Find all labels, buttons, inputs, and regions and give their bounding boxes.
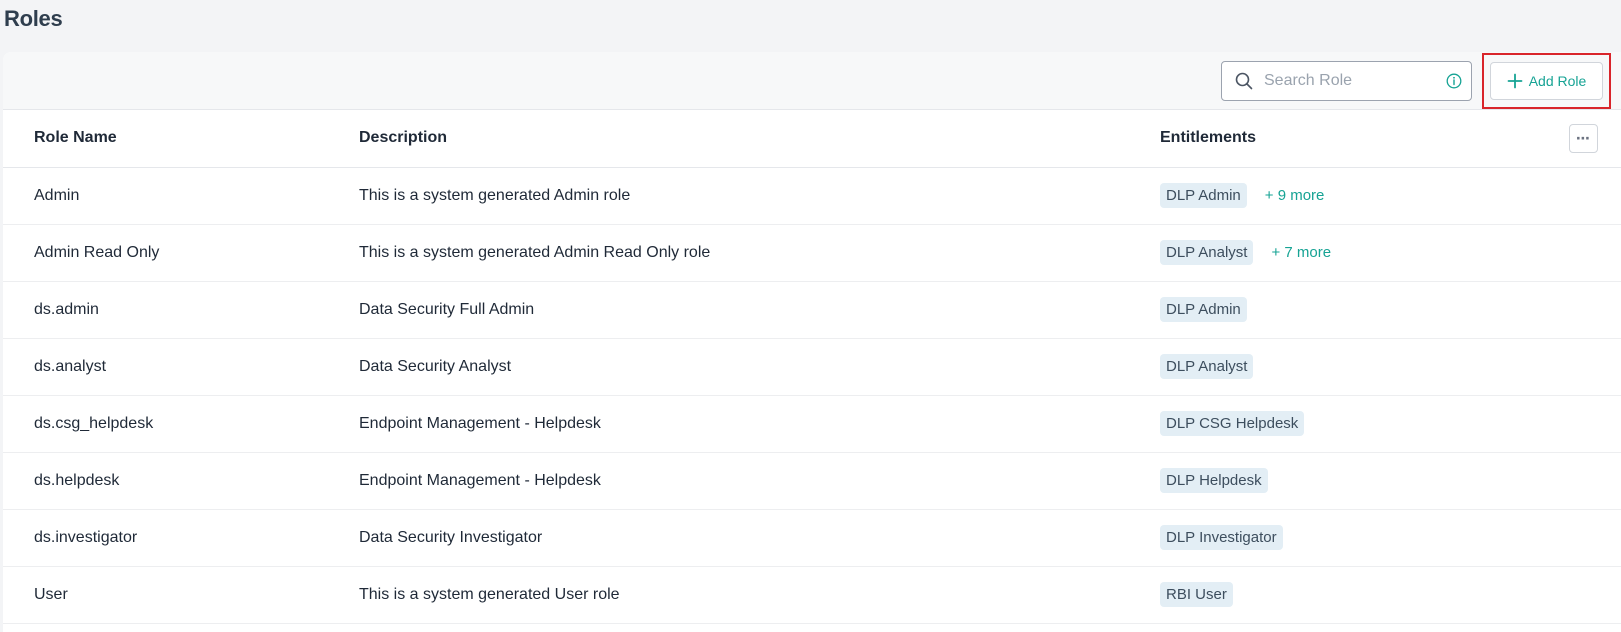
table-row[interactable]: Admin Read Only This is a system generat… bbox=[3, 224, 1621, 281]
entitlement-chip: DLP Admin bbox=[1160, 183, 1247, 208]
entitlements-cell: DLP Admin bbox=[1157, 281, 1526, 338]
table-header-row: Role Name Description Entitlements ⋯ bbox=[3, 110, 1621, 167]
more-entitlements-link[interactable]: + 9 more bbox=[1265, 187, 1325, 204]
add-role-label: Add Role bbox=[1528, 73, 1587, 89]
entitlements-cell: DLP CSG Helpdesk bbox=[1157, 395, 1526, 452]
role-name-cell[interactable]: ds.helpdesk bbox=[3, 452, 354, 509]
info-icon[interactable] bbox=[1446, 73, 1462, 89]
roles-table: Role Name Description Entitlements ⋯ Adm… bbox=[3, 110, 1621, 624]
search-box[interactable] bbox=[1221, 61, 1472, 101]
more-entitlements-link[interactable]: + 7 more bbox=[1271, 244, 1331, 261]
role-name-cell[interactable]: User bbox=[3, 566, 354, 623]
column-menu-cell: ⋯ bbox=[1526, 110, 1621, 167]
table-row[interactable]: ds.analyst Data Security Analyst DLP Ana… bbox=[3, 338, 1621, 395]
column-header-role-name[interactable]: Role Name bbox=[3, 110, 354, 167]
role-name-cell[interactable]: ds.analyst bbox=[3, 338, 354, 395]
entitlements-cell: DLP Analyst bbox=[1157, 338, 1526, 395]
role-name-cell[interactable]: ds.investigator bbox=[3, 509, 354, 566]
entitlement-chip: DLP CSG Helpdesk bbox=[1160, 411, 1305, 436]
role-name-cell[interactable]: Admin bbox=[3, 167, 354, 224]
table-row[interactable]: ds.helpdesk Endpoint Management - Helpde… bbox=[3, 452, 1621, 509]
roles-panel: Add Role Role Name Description Entitleme… bbox=[3, 52, 1621, 632]
entitlement-chip: DLP Analyst bbox=[1160, 240, 1254, 265]
entitlement-chip: DLP Analyst bbox=[1160, 354, 1254, 379]
table-row[interactable]: User This is a system generated User rol… bbox=[3, 566, 1621, 623]
plus-icon bbox=[1507, 73, 1523, 89]
add-role-highlight: Add Role bbox=[1482, 53, 1611, 109]
role-name-cell[interactable]: Admin Read Only bbox=[3, 224, 354, 281]
entitlement-chip: DLP Investigator bbox=[1160, 525, 1283, 550]
table-row[interactable]: Admin This is a system generated Admin r… bbox=[3, 167, 1621, 224]
toolbar: Add Role bbox=[3, 52, 1621, 110]
role-name-cell[interactable]: ds.admin bbox=[3, 281, 354, 338]
column-options-button[interactable]: ⋯ bbox=[1569, 123, 1598, 153]
table-row[interactable]: ds.csg_helpdesk Endpoint Management - He… bbox=[3, 395, 1621, 452]
search-icon bbox=[1234, 71, 1254, 91]
role-name-cell[interactable]: ds.csg_helpdesk bbox=[3, 395, 354, 452]
description-cell: This is a system generated User role bbox=[359, 585, 620, 603]
entitlements-cell: DLP Investigator bbox=[1157, 509, 1526, 566]
entitlement-chip: DLP Helpdesk bbox=[1160, 468, 1268, 493]
description-cell: This is a system generated Admin Read On… bbox=[359, 243, 711, 261]
add-role-button[interactable]: Add Role bbox=[1490, 62, 1603, 100]
description-cell: Data Security Analyst bbox=[359, 357, 512, 375]
page-title: Roles bbox=[4, 6, 63, 31]
entitlement-chip: RBI User bbox=[1160, 582, 1233, 607]
entitlements-cell: DLP Admin + 9 more bbox=[1157, 167, 1526, 224]
description-cell: Data Security Full Admin bbox=[359, 300, 535, 318]
entitlements-cell: RBI User bbox=[1157, 566, 1526, 623]
table-row[interactable]: ds.admin Data Security Full Admin DLP Ad… bbox=[3, 281, 1621, 338]
column-header-description[interactable]: Description bbox=[354, 110, 1157, 167]
description-cell: Data Security Investigator bbox=[359, 528, 543, 546]
table-row[interactable]: ds.investigator Data Security Investigat… bbox=[3, 509, 1621, 566]
entitlements-cell: DLP Helpdesk bbox=[1157, 452, 1526, 509]
entitlements-cell: DLP Analyst + 7 more bbox=[1157, 224, 1526, 281]
search-input[interactable] bbox=[1264, 72, 1434, 90]
description-cell: This is a system generated Admin role bbox=[359, 186, 631, 204]
description-cell: Endpoint Management - Helpdesk bbox=[359, 471, 601, 489]
entitlement-chip: DLP Admin bbox=[1160, 297, 1247, 322]
column-header-entitlements[interactable]: Entitlements bbox=[1157, 110, 1526, 167]
description-cell: Endpoint Management - Helpdesk bbox=[359, 414, 601, 432]
